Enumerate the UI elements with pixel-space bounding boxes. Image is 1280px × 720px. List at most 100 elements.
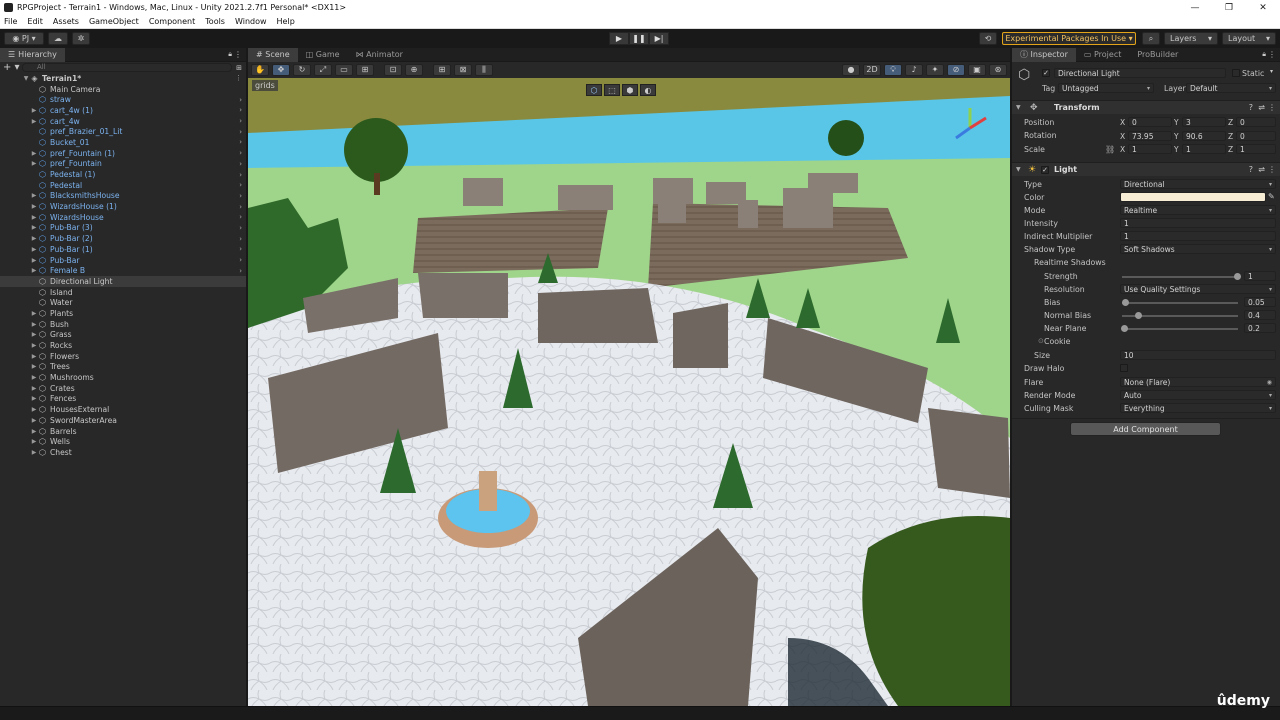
expand-arrow-icon[interactable]: ▶ (30, 224, 38, 231)
open-prefab-icon[interactable]: › (239, 267, 242, 275)
hierarchy-item[interactable]: ⬡ Directional Light (0, 276, 246, 287)
menu-assets[interactable]: Assets (53, 17, 79, 26)
draw-halo-checkbox[interactable] (1120, 364, 1128, 372)
component-menu-icon[interactable]: ⋮ (1268, 165, 1276, 174)
layers-dropdown[interactable]: Layers ▾ (1164, 32, 1218, 45)
expand-arrow-icon[interactable]: ▶ (30, 363, 38, 370)
transform-header[interactable]: ▼ ✥ Transform ? ⇌ ⋮ (1012, 100, 1280, 114)
more-options-icon[interactable]: ⋮ (234, 50, 242, 59)
tab-probuilder[interactable]: ProBuilder (1129, 48, 1186, 62)
expand-arrow-icon[interactable]: ▶ (30, 150, 38, 157)
expand-arrow-icon[interactable]: ▶ (30, 374, 38, 381)
search-icon[interactable]: ⌕ (1142, 32, 1160, 45)
open-prefab-icon[interactable]: › (239, 224, 242, 232)
strength-slider[interactable] (1122, 276, 1238, 278)
step-icon[interactable]: ▶| (649, 32, 669, 45)
open-prefab-icon[interactable]: › (239, 171, 242, 179)
hierarchy-item[interactable]: ▶ ⬡ Mushrooms (0, 372, 246, 383)
position-z-field[interactable]: 0 (1236, 117, 1276, 127)
minimize-icon[interactable]: — (1178, 0, 1212, 15)
expand-arrow-icon[interactable]: ▶ (30, 235, 38, 242)
mode-2d-button[interactable]: 2D (863, 63, 881, 76)
grid-snap-icon[interactable]: ⊞ (433, 63, 451, 76)
hierarchy-item[interactable]: ▶ ⬡ Pub-Bar › (0, 255, 246, 266)
menu-tools[interactable]: Tools (205, 17, 225, 26)
global-icon[interactable]: ⊕ (405, 63, 423, 76)
expand-arrow-icon[interactable]: ▼ (22, 75, 30, 82)
lighting-toggle-icon[interactable]: 💡︎ (884, 63, 902, 76)
open-prefab-icon[interactable]: › (239, 160, 242, 168)
hierarchy-item[interactable]: ▶ ⬡ SwordMasterArea (0, 415, 246, 426)
hierarchy-item[interactable]: ▶ ⬡ HousesExternal (0, 404, 246, 415)
rotation-y-field[interactable]: 90.6 (1182, 131, 1226, 141)
hierarchy-item[interactable]: ▶ ⬡ Crates (0, 383, 246, 394)
hierarchy-item[interactable]: ⬡ Pedestal (1) › (0, 169, 246, 180)
account-dropdown[interactable]: ◉ PJ ▾ (4, 32, 44, 45)
tab-animator[interactable]: ⋈ Animator (348, 48, 411, 62)
intensity-field[interactable]: 1 (1120, 218, 1276, 228)
maximize-icon[interactable]: ❐ (1212, 0, 1246, 15)
render-mode-dropdown[interactable]: Auto ▾ (1120, 390, 1276, 400)
menu-help[interactable]: Help (277, 17, 295, 26)
hierarchy-item[interactable]: ▶ ⬡ cart_4w (1) › (0, 105, 246, 116)
hierarchy-item[interactable]: ▶ ⬡ pref_Fountain › (0, 159, 246, 170)
scene-menu-icon[interactable]: ⋮ (235, 74, 242, 82)
expand-arrow-icon[interactable]: ▶ (30, 331, 38, 338)
resolution-dropdown[interactable]: Use Quality Settings ▾ (1120, 284, 1276, 294)
color-field[interactable] (1120, 192, 1266, 202)
collapse-arrow-icon[interactable]: ▼ (1016, 104, 1021, 111)
expand-arrow-icon[interactable]: ▶ (30, 203, 38, 210)
hierarchy-item[interactable]: ▶ ⬡ Fences (0, 394, 246, 405)
open-prefab-icon[interactable]: › (239, 192, 242, 200)
expand-arrow-icon[interactable]: ▶ (30, 246, 38, 253)
open-prefab-icon[interactable]: › (239, 149, 242, 157)
open-prefab-icon[interactable]: › (239, 128, 242, 136)
static-checkbox[interactable] (1232, 69, 1240, 77)
overlay-cube-icon[interactable]: ⬡ (586, 84, 602, 96)
expand-arrow-icon[interactable]: ▶ (30, 214, 38, 221)
near-plane-slider[interactable] (1122, 328, 1238, 330)
hierarchy-item[interactable]: ⬡ pref_Brazier_01_Lit › (0, 126, 246, 137)
experimental-packages-button[interactable]: Experimental Packages In Use ▾ (1002, 32, 1136, 45)
expand-arrow-icon[interactable]: ▶ (30, 267, 38, 274)
hierarchy-item[interactable]: ▶ ⬡ Pub-Bar (3) › (0, 223, 246, 234)
expand-arrow-icon[interactable]: ▶ (30, 438, 38, 445)
open-prefab-icon[interactable]: › (239, 106, 242, 114)
hierarchy-item[interactable]: ⬡ straw › (0, 94, 246, 105)
open-prefab-icon[interactable]: › (239, 235, 242, 243)
scene-viewport[interactable]: grids ⬡ ⬚ ⬢ ◐ (248, 78, 1010, 706)
layer-dropdown[interactable]: Default ▾ (1186, 83, 1276, 93)
open-prefab-icon[interactable]: › (239, 245, 242, 253)
tab-project[interactable]: ▭ Project (1076, 48, 1129, 62)
open-prefab-icon[interactable]: › (239, 213, 242, 221)
collab-icon[interactable]: ✲ (72, 32, 90, 45)
add-component-button[interactable]: Add Component (1070, 422, 1221, 436)
mode-dropdown[interactable]: Realtime ▾ (1120, 205, 1276, 215)
menu-component[interactable]: Component (149, 17, 195, 26)
hierarchy-item[interactable]: ▶ ⬡ Bush (0, 319, 246, 330)
constrain-proportions-icon[interactable]: ⛓ (1105, 145, 1115, 154)
draw-mode-icon[interactable]: ● (842, 63, 860, 76)
hierarchy-item[interactable]: ▶ ⬡ Female B › (0, 265, 246, 276)
hierarchy-item[interactable]: ▶ ⬡ Chest (0, 447, 246, 458)
type-dropdown[interactable]: Directional ▾ (1120, 179, 1276, 189)
scale-z-field[interactable]: 1 (1236, 144, 1276, 154)
hierarchy-item[interactable]: ▶ ⬡ pref_Fountain (1) › (0, 148, 246, 159)
preset-icon[interactable]: ⇌ (1258, 165, 1265, 174)
menu-file[interactable]: File (4, 17, 17, 26)
active-checkbox[interactable]: ✓ (1042, 69, 1050, 77)
help-icon[interactable]: ? (1249, 165, 1253, 174)
object-name-field[interactable]: Directional Light (1054, 68, 1226, 78)
scale-tool-icon[interactable]: ⤢ (314, 63, 332, 76)
expand-arrow-icon[interactable]: ▶ (30, 107, 38, 114)
hierarchy-item[interactable]: ⬡ Pedestal › (0, 180, 246, 191)
culling-mask-dropdown[interactable]: Everything ▾ (1120, 403, 1276, 413)
hierarchy-item[interactable]: ⬡ Main Camera (0, 84, 246, 95)
object-picker-icon[interactable]: ◉ (1267, 379, 1272, 386)
rotation-z-field[interactable]: 0 (1236, 131, 1276, 141)
hierarchy-item[interactable]: ▶ ⬡ Plants (0, 308, 246, 319)
bias-slider[interactable] (1122, 302, 1238, 304)
move-tool-icon[interactable]: ✥ (272, 63, 290, 76)
open-prefab-icon[interactable]: › (239, 181, 242, 189)
history-icon[interactable]: ⟲ (979, 32, 997, 45)
